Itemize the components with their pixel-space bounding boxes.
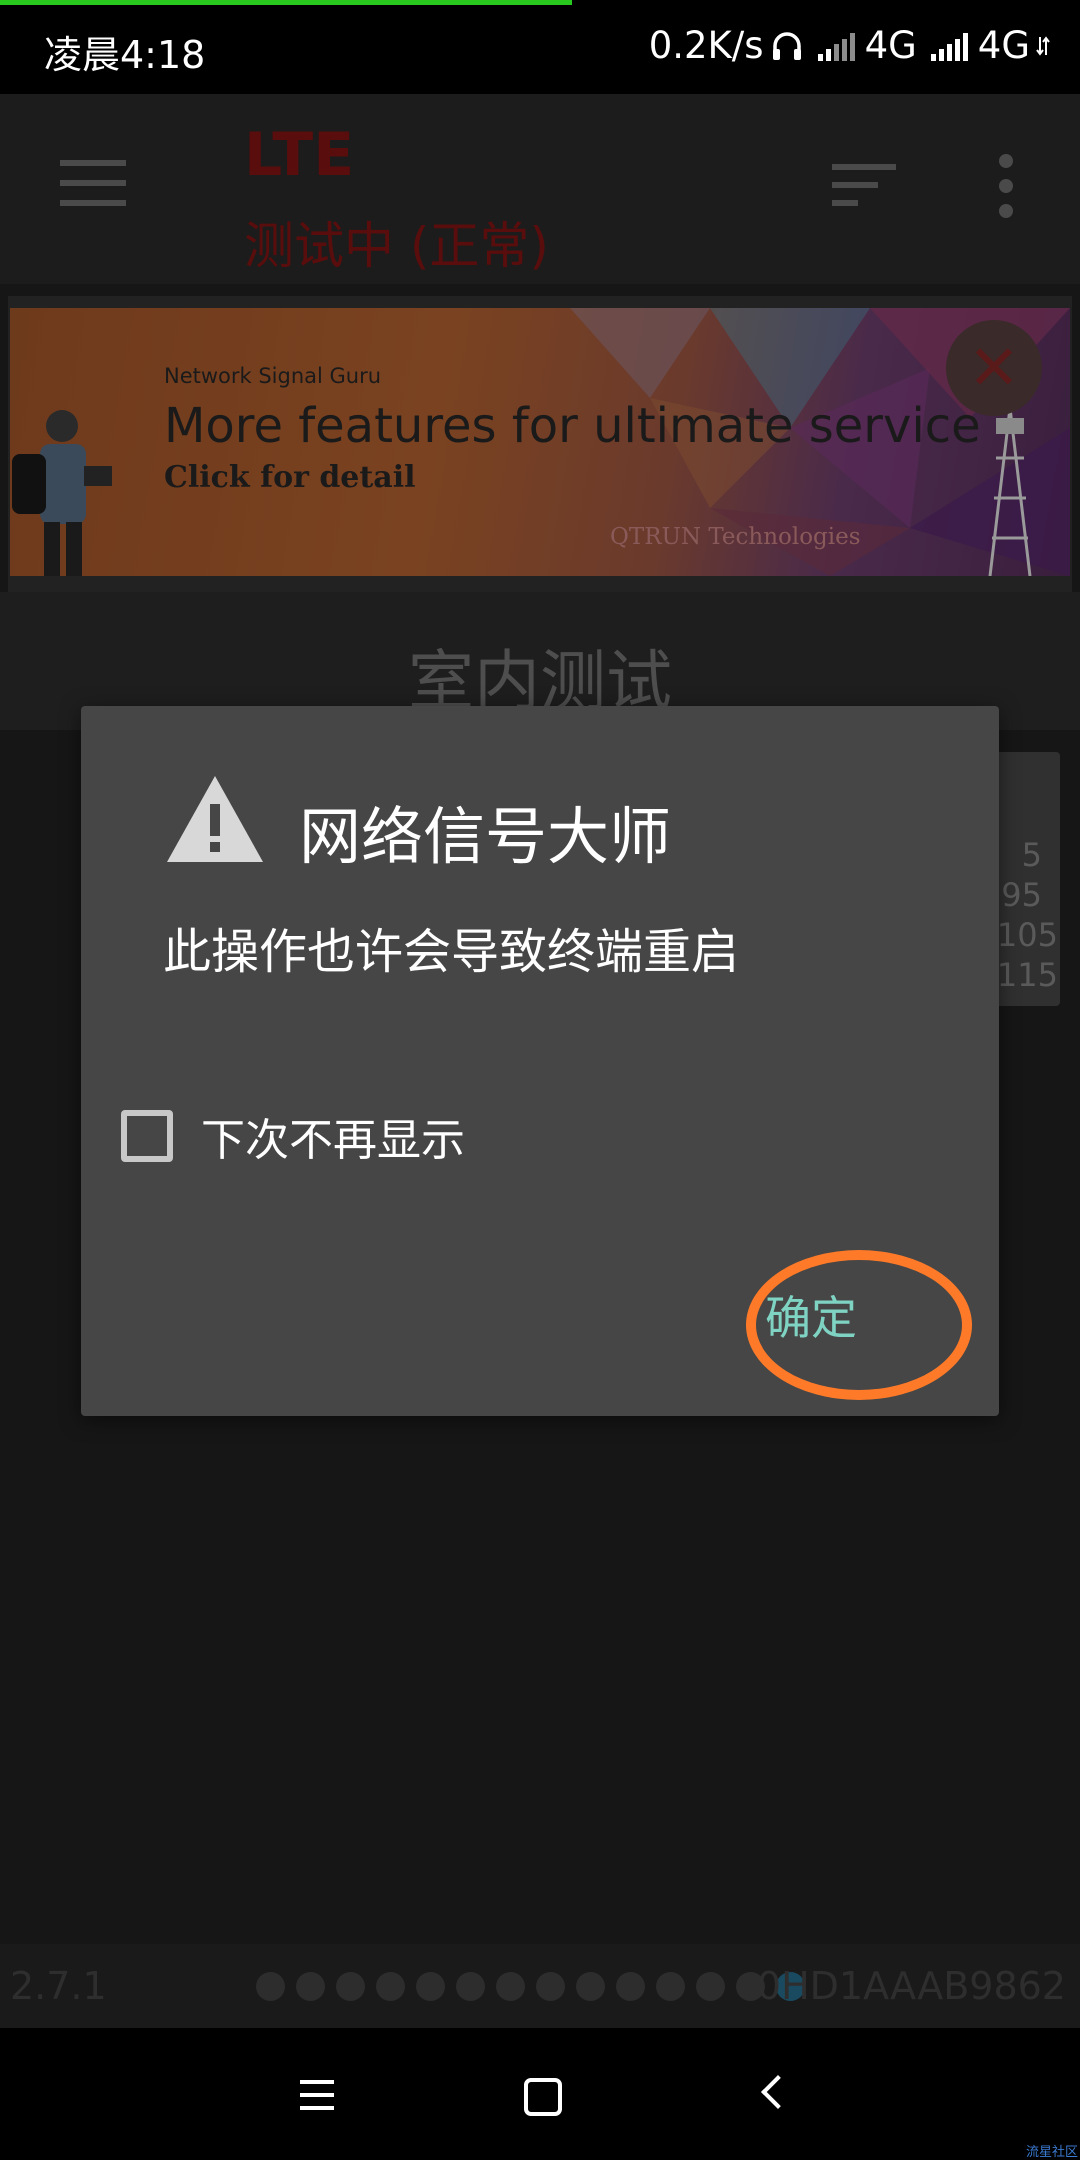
ad-close-icon[interactable]: ✕	[946, 320, 1042, 416]
page-dot[interactable]	[376, 1972, 405, 2001]
info-bar: 2.7.1 0HD1AAAB9862	[0, 1944, 1080, 2028]
page-dot[interactable]	[496, 1972, 525, 2001]
status-time: 凌晨4:18	[44, 33, 206, 77]
ad-cta: Click for detail	[164, 460, 416, 495]
status-indicators: 0.2K/s 4G 4G	[649, 24, 1050, 67]
dialog-message: 此操作也许会导致终端重启	[163, 924, 740, 980]
signal-bars-icon	[930, 31, 968, 61]
app-title: LTE	[244, 120, 355, 190]
ad-headline: More features for ultimate service	[164, 398, 981, 454]
scale-value: 5	[1021, 836, 1042, 874]
highlight-circle	[746, 1250, 972, 1400]
page-dot[interactable]	[336, 1972, 365, 2001]
more-options-icon[interactable]	[996, 154, 1016, 220]
screen: 凌晨4:18 0.2K/s 4G 4G LTE 测试中 (正常) Network…	[0, 0, 1080, 2160]
ad-company: QTRUN Technologies	[610, 524, 861, 550]
app-bar: LTE 测试中 (正常)	[0, 94, 1080, 284]
net-speed: 0.2K/s	[648, 24, 764, 67]
data-arrows-icon	[1036, 35, 1050, 56]
scale-value: 115	[996, 956, 1058, 994]
ad-brand: Network Signal Guru	[164, 364, 382, 388]
headset-icon	[772, 31, 801, 60]
dont-show-again-row[interactable]: 下次不再显示	[121, 1104, 465, 1168]
cell-tower-image	[988, 407, 1032, 576]
ad-person-image	[12, 410, 112, 576]
status-bar: 凌晨4:18 0.2K/s 4G 4G	[0, 0, 1080, 94]
page-dot[interactable]	[696, 1972, 725, 2001]
signal-scale-panel: 5 95 105 115	[992, 752, 1060, 1006]
page-dot[interactable]	[536, 1972, 565, 2001]
dialog-title: 网络信号大师	[299, 800, 672, 873]
dont-show-again-label: 下次不再显示	[201, 1115, 465, 1166]
back-icon[interactable]	[761, 2075, 795, 2109]
home-icon[interactable]	[524, 2078, 562, 2116]
network-type-1: 4G	[864, 24, 917, 67]
signal-bars-icon	[817, 31, 855, 61]
test-status: 测试中 (正常)	[244, 217, 549, 275]
dont-show-again-checkbox[interactable]	[121, 1110, 173, 1162]
warning-icon	[167, 776, 263, 862]
page-indicator-dots	[256, 1972, 805, 2001]
device-id: 0HD1AAAB9862	[756, 1964, 1066, 2008]
recent-apps-icon[interactable]	[300, 2080, 334, 2110]
sort-icon[interactable]	[832, 164, 896, 208]
hamburger-menu-icon[interactable]	[60, 160, 126, 206]
navigation-bar: 流星社区	[0, 2028, 1080, 2160]
network-type-2: 4G	[977, 24, 1030, 67]
page-dot[interactable]	[656, 1972, 685, 2001]
page-dot[interactable]	[616, 1972, 645, 2001]
scale-value: 95	[1001, 876, 1042, 914]
loading-progress-strip	[0, 0, 572, 5]
app-version: 2.7.1	[10, 1964, 107, 2008]
ad-banner[interactable]: Network Signal Guru More features for ul…	[10, 308, 1070, 576]
watermark: 流星社区	[1025, 2145, 1078, 2160]
page-dot[interactable]	[256, 1972, 285, 2001]
page-dot[interactable]	[456, 1972, 485, 2001]
page-dot[interactable]	[416, 1972, 445, 2001]
scale-value: 105	[996, 916, 1058, 954]
page-dot[interactable]	[576, 1972, 605, 2001]
page-dot[interactable]	[296, 1972, 325, 2001]
